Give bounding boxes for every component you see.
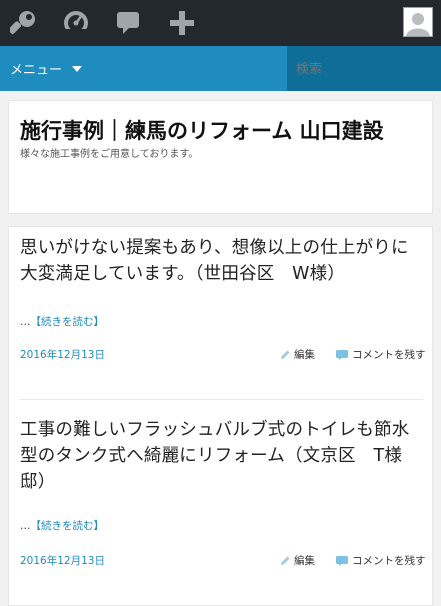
menu-bar: メニュー: [0, 46, 441, 91]
menu-label: メニュー: [10, 63, 63, 78]
post-entry: 思いがけない提案もあり、想像以上の仕上がりに大変満足しています。（世田谷区 W様…: [20, 235, 423, 287]
menu-toggle-button[interactable]: メニュー: [0, 46, 287, 91]
comment-label: コメントを残す: [352, 555, 426, 567]
avatar-icon[interactable]: [403, 7, 433, 37]
comment-label: コメントを残す: [352, 349, 426, 361]
read-more-link[interactable]: 【続きを読む】: [31, 520, 105, 532]
post-divider: [20, 399, 423, 400]
post-title[interactable]: 思いがけない提案もあり、想像以上の仕上がりに大変満足しています。（世田谷区 W様…: [20, 235, 423, 287]
edit-link[interactable]: 編集: [279, 347, 315, 362]
edit-label: 編集: [294, 555, 315, 567]
dashboard-icon[interactable]: [60, 7, 92, 39]
plus-icon[interactable]: [166, 7, 198, 39]
caret-down-icon: [72, 65, 83, 72]
comment-icon: [336, 555, 348, 566]
comment-link[interactable]: コメントを残す: [335, 347, 426, 362]
admin-bar: [0, 0, 441, 46]
post-meta: 2016年12月13日 編集 コメントを残す: [20, 553, 426, 569]
edit-label: 編集: [294, 349, 315, 361]
site-description: 様々な施工事例をご用意しております。: [20, 149, 199, 160]
post-date[interactable]: 2016年12月13日: [20, 347, 105, 362]
comment-bubble-icon[interactable]: [112, 7, 144, 39]
read-more-link[interactable]: 【続きを読む】: [31, 316, 105, 328]
post-list: 思いがけない提案もあり、想像以上の仕上がりに大変満足しています。（世田谷区 W様…: [8, 226, 433, 606]
edit-link[interactable]: 編集: [279, 553, 315, 568]
ellipsis: …: [20, 520, 31, 532]
ellipsis: …: [20, 316, 31, 328]
search-input[interactable]: [287, 46, 441, 91]
pencil-icon: [281, 350, 290, 359]
pencil-icon: [281, 556, 290, 565]
wrench-icon[interactable]: [8, 7, 40, 39]
site-header: 施行事例｜練馬のリフォーム 山口建設 様々な施工事例をご用意しております。: [8, 100, 433, 214]
read-more: …【続きを読む】: [20, 518, 104, 533]
post-entry: 工事の難しいフラッシュバルブ式のトイレも節水型のタンク式へ綺麗にリフォーム（文京…: [20, 417, 423, 495]
comment-link[interactable]: コメントを残す: [335, 553, 426, 568]
post-title[interactable]: 工事の難しいフラッシュバルブ式のトイレも節水型のタンク式へ綺麗にリフォーム（文京…: [20, 417, 423, 495]
comment-icon: [336, 349, 348, 360]
post-meta: 2016年12月13日 編集 コメントを残す: [20, 347, 426, 363]
site-title[interactable]: 施行事例｜練馬のリフォーム 山口建設: [20, 117, 422, 146]
read-more: …【続きを読む】: [20, 314, 104, 329]
post-date[interactable]: 2016年12月13日: [20, 553, 105, 568]
